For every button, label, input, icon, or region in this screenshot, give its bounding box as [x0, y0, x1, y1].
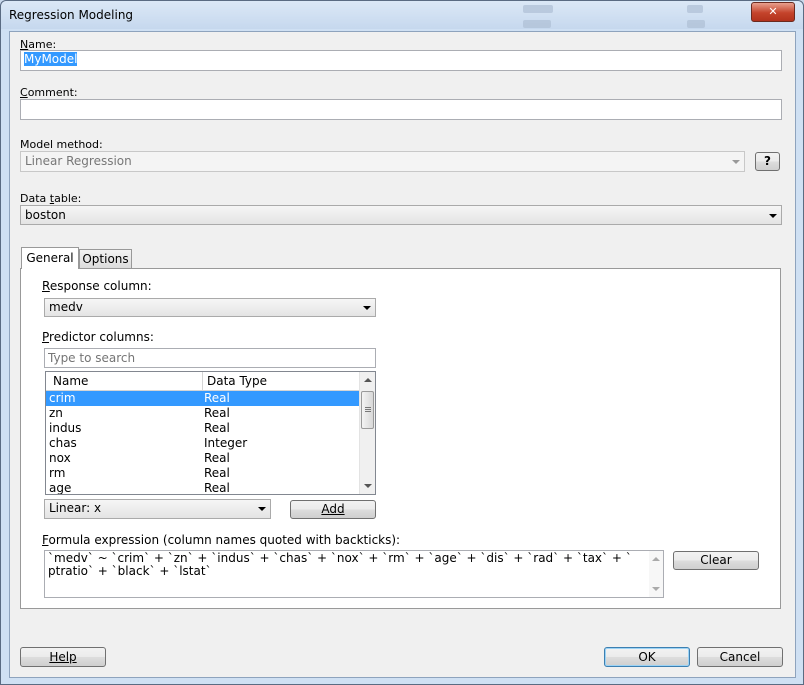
tab-general[interactable]: General: [21, 247, 79, 269]
tab-options-label: Options: [82, 252, 129, 266]
model-method-value: Linear Regression: [25, 154, 132, 168]
dialog-window: Regression Modeling ✕ Name: MyModel Comm…: [0, 0, 804, 685]
tab-general-label: General: [26, 251, 74, 265]
background-window-ghost: [523, 20, 551, 28]
data-table-label-pre: Data: [20, 192, 50, 205]
formula-scrollbar[interactable]: [649, 551, 663, 597]
clear-formula-button[interactable]: Clear: [673, 551, 759, 570]
cancel-button[interactable]: Cancel: [697, 647, 783, 667]
response-column-label-rest: esponse column:: [49, 279, 152, 293]
help-button[interactable]: Help: [20, 647, 106, 667]
comment-input[interactable]: [20, 99, 782, 120]
name-input[interactable]: MyModel: [20, 50, 782, 71]
title-bar[interactable]: Regression Modeling ✕: [1, 1, 803, 29]
column-header-divider[interactable]: [202, 372, 203, 390]
column-type: Real: [204, 391, 230, 405]
chevron-down-icon: [363, 306, 371, 310]
column-type: Real: [204, 481, 230, 495]
model-method-select: Linear Regression: [20, 151, 745, 172]
list-item[interactable]: nox Real: [46, 451, 359, 466]
column-type: Real: [204, 421, 230, 435]
term-type-value: Linear: x: [49, 501, 102, 515]
scroll-down-icon[interactable]: [364, 484, 372, 488]
formula-text: `medv` ~ `crim` + `zn` + `indus` + `chas…: [48, 551, 632, 578]
column-name: indus: [49, 421, 82, 435]
list-scrollbar[interactable]: [359, 372, 375, 494]
comment-label: Comment:: [20, 86, 78, 99]
list-item[interactable]: chas Integer: [46, 436, 359, 451]
clear-button-label: Clear: [700, 553, 732, 567]
list-rows: crim Real zn Real indus Real chas Integer no…: [46, 391, 359, 495]
ok-button-label: OK: [638, 650, 656, 664]
add-term-button[interactable]: Add: [290, 500, 376, 519]
scroll-down-icon[interactable]: [652, 587, 660, 591]
term-type-select[interactable]: Linear: x: [44, 499, 271, 519]
predictor-columns-label-rest: redictor columns:: [49, 330, 154, 344]
column-name: age: [49, 481, 72, 495]
name-input-value: MyModel: [24, 52, 78, 66]
background-window-ghost: [687, 5, 703, 13]
list-header: Name Data Type: [46, 372, 359, 391]
column-type: Integer: [204, 436, 248, 450]
list-item[interactable]: age Real: [46, 481, 359, 495]
tab-options[interactable]: Options: [79, 249, 132, 269]
window-title: Regression Modeling: [9, 8, 134, 22]
cancel-button-label: Cancel: [719, 650, 761, 664]
help-button-label: Help: [49, 650, 77, 664]
column-header-data-type[interactable]: Data Type: [207, 374, 267, 388]
scroll-up-icon[interactable]: [364, 378, 372, 382]
grip-icon: [365, 409, 371, 410]
list-item[interactable]: crim Real: [46, 391, 359, 406]
response-column-value: medv: [49, 300, 83, 314]
background-window-ghost: [523, 5, 553, 13]
data-table-select[interactable]: boston: [20, 205, 782, 225]
list-item[interactable]: indus Real: [46, 421, 359, 436]
list-item[interactable]: zn Real: [46, 406, 359, 421]
formula-label: Formula expression (column names quoted …: [42, 533, 401, 547]
column-name: zn: [49, 406, 63, 420]
predictor-columns-list[interactable]: Name Data Type crim Real zn Real indus Real…: [45, 371, 376, 495]
close-button[interactable]: ✕: [751, 2, 795, 22]
formula-label-rest: ormula expression (column names quoted w…: [48, 533, 401, 547]
response-column-label: Response column:: [42, 279, 152, 293]
predictor-columns-label: Predictor columns:: [42, 330, 154, 344]
data-table-label: Data table:: [20, 192, 82, 205]
column-name: rm: [49, 466, 66, 480]
response-column-select[interactable]: medv: [44, 298, 376, 317]
column-type: Real: [204, 451, 230, 465]
question-mark-icon: ?: [764, 154, 771, 168]
column-type: Real: [204, 406, 230, 420]
column-name: chas: [49, 436, 77, 450]
data-table-label-post: able:: [54, 192, 82, 205]
background-window-ghost: [687, 20, 705, 28]
data-table-value: boston: [25, 208, 66, 222]
chevron-down-icon: [769, 214, 777, 218]
formula-textarea[interactable]: `medv` ~ `crim` + `zn` + `indus` + `chas…: [44, 550, 664, 598]
ok-button[interactable]: OK: [604, 647, 690, 667]
comment-label-rest: omment:: [27, 86, 78, 99]
grip-icon: [365, 411, 371, 412]
column-type: Real: [204, 466, 230, 480]
scroll-thumb[interactable]: [361, 391, 374, 429]
scroll-up-icon[interactable]: [652, 557, 660, 561]
method-help-button[interactable]: ?: [755, 152, 780, 171]
model-method-label: Model method:: [20, 138, 103, 151]
column-name: crim: [49, 391, 76, 405]
chevron-down-icon: [732, 160, 740, 164]
column-header-name[interactable]: Name: [53, 374, 88, 388]
predictor-search-input[interactable]: [44, 348, 376, 368]
close-icon: ✕: [768, 5, 778, 18]
chevron-down-icon: [258, 507, 266, 511]
list-item[interactable]: rm Real: [46, 466, 359, 481]
column-name: nox: [49, 451, 71, 465]
grip-icon: [365, 407, 371, 408]
add-button-label: Add: [321, 502, 345, 516]
